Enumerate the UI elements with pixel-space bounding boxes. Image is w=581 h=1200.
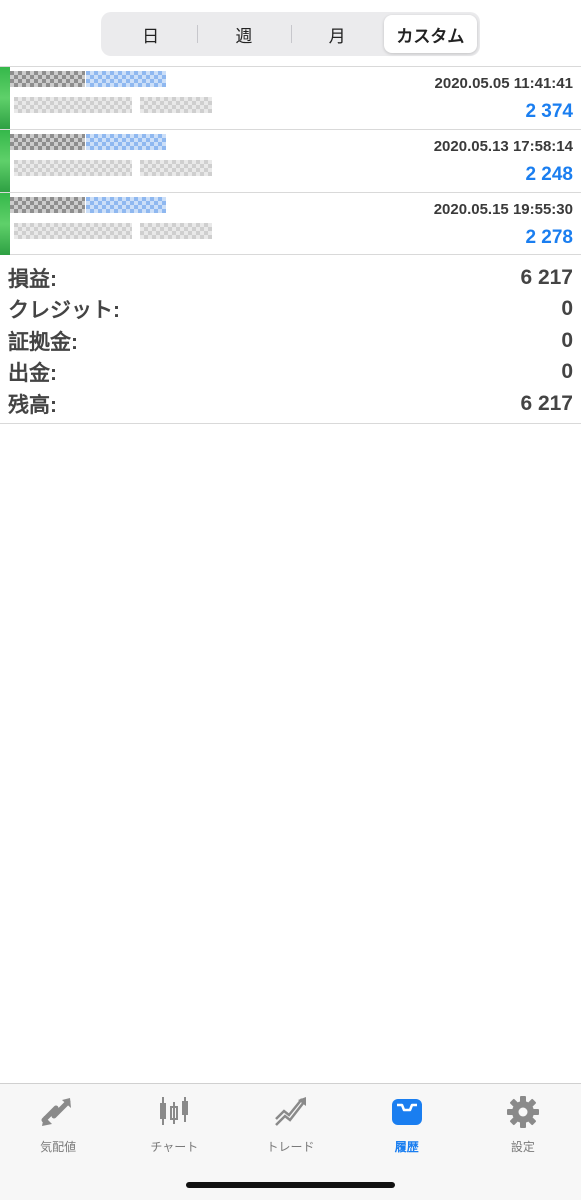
- tab-history[interactable]: 履歴: [349, 1084, 465, 1158]
- summary-label: クレジット:: [8, 299, 120, 323]
- summary-withdrawal-row: 出金: 0: [8, 357, 573, 389]
- period-week-button[interactable]: 週: [197, 15, 290, 53]
- tab-chart[interactable]: チャート: [116, 1084, 232, 1158]
- deal-row[interactable]: 2020.05.13 17:58:14 2 248: [0, 129, 581, 192]
- tab-label: チャート: [150, 1140, 199, 1154]
- quotes-icon: [40, 1094, 76, 1130]
- tab-label: 気配値: [40, 1140, 77, 1154]
- summary-balance-row: 残高: 6 217: [8, 388, 573, 420]
- summary-deposit-row: 証拠金: 0: [8, 325, 573, 357]
- deal-profit: 2 278: [525, 227, 573, 248]
- settings-icon: [505, 1094, 541, 1130]
- summary-label: 損益:: [8, 267, 57, 291]
- deal-type-indicator: [0, 130, 10, 192]
- summary-value: 6 217: [520, 391, 573, 415]
- deal-profit: 2 374: [525, 101, 573, 122]
- period-month-button[interactable]: 月: [290, 15, 384, 53]
- summary-profit-row: 損益: 6 217: [8, 262, 573, 294]
- deal-time: 2020.05.15 19:55:30: [433, 201, 573, 218]
- period-day-button[interactable]: 日: [104, 15, 197, 53]
- summary-value: 0: [561, 328, 573, 352]
- tab-label: 設定: [510, 1140, 535, 1154]
- deal-list: 2020.05.05 11:41:41 2 374 2020.05.13 17:…: [0, 66, 581, 255]
- deal-time: 2020.05.05 11:41:41: [434, 75, 573, 92]
- summary-value: 0: [561, 360, 573, 384]
- summary-label: 出金:: [8, 362, 57, 386]
- deal-type-indicator: [0, 67, 10, 129]
- history-summary: 損益: 6 217 クレジット: 0 証拠金: 0 出金: 0 残高: 6 21…: [0, 256, 581, 420]
- tab-settings[interactable]: 設定: [465, 1084, 581, 1158]
- deal-time: 2020.05.13 17:58:14: [433, 138, 573, 155]
- period-selector: 日 週 月 カスタム: [101, 12, 480, 56]
- summary-credit-row: クレジット: 0: [8, 294, 573, 326]
- deal-row[interactable]: 2020.05.15 19:55:30 2 278: [0, 192, 581, 255]
- deal-profit: 2 248: [525, 164, 573, 185]
- trade-icon: [273, 1094, 309, 1130]
- redacted-deal-info: [0, 130, 258, 192]
- summary-label: 証拠金:: [8, 330, 78, 354]
- history-icon: [389, 1094, 425, 1130]
- deal-type-indicator: [0, 193, 10, 255]
- tab-label: トレード: [266, 1140, 315, 1154]
- deal-row[interactable]: 2020.05.05 11:41:41 2 374: [0, 66, 581, 129]
- redacted-deal-info: [0, 67, 258, 129]
- divider: [0, 423, 581, 424]
- tab-label: 履歴: [394, 1140, 419, 1154]
- redacted-deal-info: [0, 193, 258, 255]
- chart-icon: [156, 1094, 192, 1130]
- summary-label: 残高:: [8, 393, 57, 417]
- home-indicator[interactable]: [186, 1182, 395, 1188]
- top-bar: 日 週 月 カスタム: [0, 0, 581, 66]
- history-screen: 日 週 月 カスタム 2020.05.05 11:41:41 2 374 202…: [0, 0, 581, 1200]
- summary-value: 0: [561, 297, 573, 321]
- tab-quotes[interactable]: 気配値: [0, 1084, 116, 1158]
- tab-trade[interactable]: トレード: [232, 1084, 348, 1158]
- period-custom-button[interactable]: カスタム: [383, 15, 477, 53]
- summary-value: 6 217: [520, 265, 573, 289]
